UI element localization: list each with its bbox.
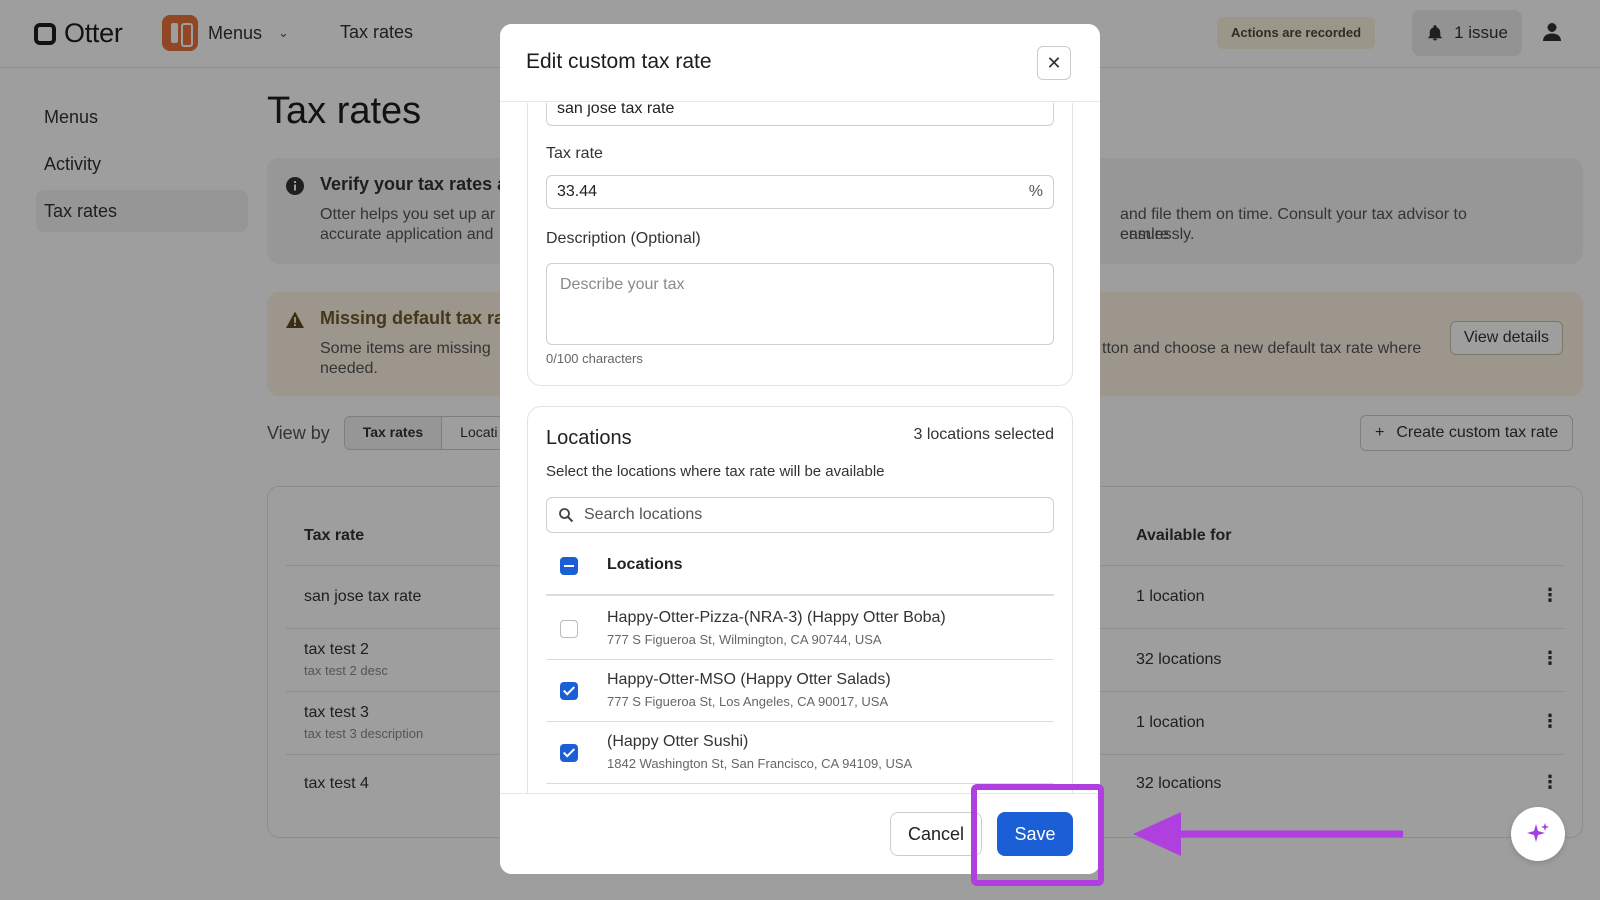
dialog-title: Edit custom tax rate <box>526 50 712 73</box>
search-icon <box>559 508 574 523</box>
location-row[interactable]: Happy-Otter-MSO (Happy Otter Salads) 777… <box>546 660 1054 722</box>
location-row[interactable]: Happy-Otter-Pizza-(NRA-3) (Happy Otter B… <box>546 598 1054 660</box>
location-checkbox[interactable] <box>560 682 578 700</box>
tax-rate-input[interactable]: 33.44 % <box>546 175 1054 209</box>
location-address: 777 S Figueroa St, Los Angeles, CA 90017… <box>607 694 889 709</box>
dialog-body[interactable]: san jose tax rate Tax rate 33.44 % Descr… <box>500 103 1100 793</box>
location-checkbox[interactable] <box>560 744 578 762</box>
tax-rate-value: 33.44 <box>557 183 598 200</box>
edit-tax-rate-dialog: Edit custom tax rate ✕ san jose tax rate… <box>500 24 1100 874</box>
search-locations-input[interactable]: Search locations <box>546 497 1054 533</box>
pointer-arrow-icon <box>1133 812 1403 856</box>
close-icon[interactable]: ✕ <box>1037 46 1071 80</box>
location-name: Happy-Otter-Pizza-(NRA-3) (Happy Otter B… <box>607 609 946 626</box>
tax-name-input[interactable]: san jose tax rate <box>546 103 1054 126</box>
location-name: Happy-Otter-MSO (Happy Otter Salads) <box>607 671 891 688</box>
percent-suffix: % <box>1028 183 1043 200</box>
location-name: (Happy Otter Sushi) <box>607 733 749 750</box>
locations-selected-count: 3 locations selected <box>913 426 1054 443</box>
location-address: 1842 Washington St, San Francisco, CA 94… <box>607 756 913 771</box>
select-all-checkbox[interactable] <box>560 557 578 575</box>
dialog-header: Edit custom tax rate ✕ <box>500 24 1100 102</box>
location-row[interactable]: (Happy Otter Sushi) 1842 Washington St, … <box>546 722 1054 784</box>
cancel-button[interactable]: Cancel <box>890 812 982 856</box>
locations-card: Locations 3 locations selected Select th… <box>527 406 1073 793</box>
description-label: Description (Optional) <box>546 230 701 247</box>
tax-rate-label: Tax rate <box>546 145 603 162</box>
locations-title: Locations <box>546 427 632 449</box>
locations-header-row: Locations <box>546 537 1054 596</box>
tax-details-card: san jose tax rate Tax rate 33.44 % Descr… <box>527 103 1073 386</box>
location-checkbox[interactable] <box>560 620 578 638</box>
location-address: 777 S Figueroa St, Wilmington, CA 90744,… <box>607 632 882 647</box>
locations-header-label: Locations <box>607 556 683 573</box>
character-counter: 0/100 characters <box>546 351 643 366</box>
search-placeholder: Search locations <box>584 506 703 523</box>
save-highlight-box <box>971 784 1104 886</box>
ai-assistant-button[interactable] <box>1511 807 1565 861</box>
description-textarea[interactable]: Describe your tax <box>546 263 1054 345</box>
locations-subtitle: Select the locations where tax rate will… <box>546 463 885 480</box>
sparkle-icon <box>1527 823 1549 842</box>
